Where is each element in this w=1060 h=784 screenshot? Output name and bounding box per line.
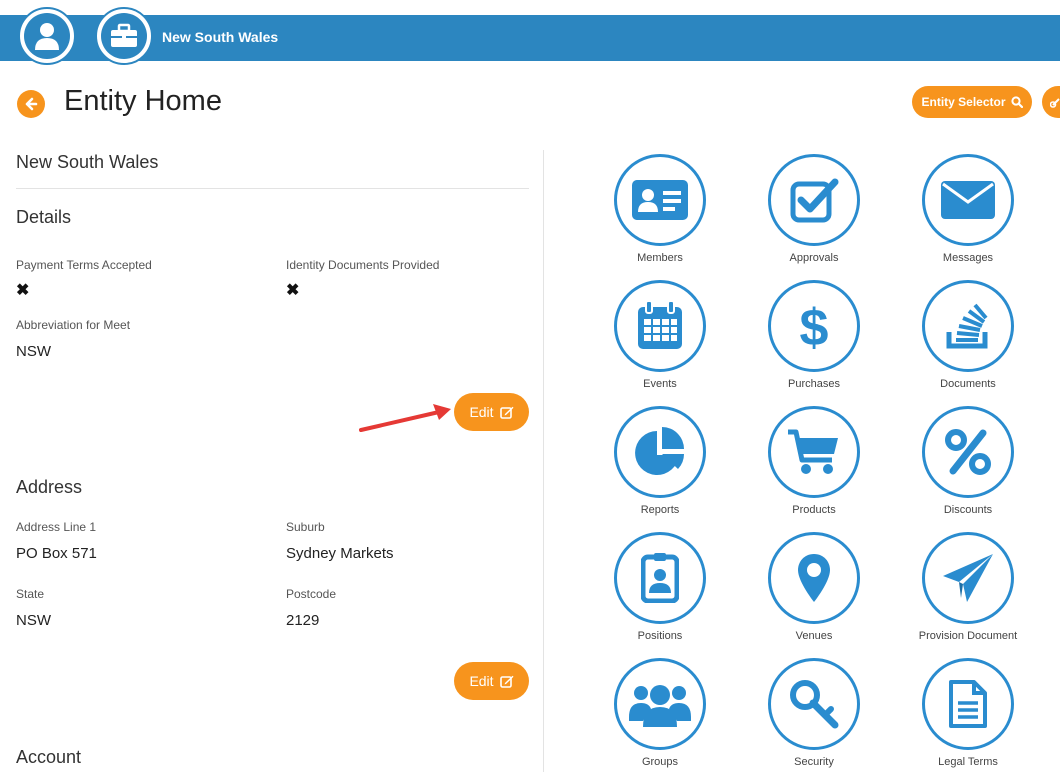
tile-discounts[interactable]: Discounts: [898, 406, 1038, 532]
tile-products[interactable]: Products: [744, 406, 884, 532]
tile-events[interactable]: Events: [590, 280, 730, 406]
topbar-title: New South Wales: [162, 29, 279, 45]
tile-groups[interactable]: Groups: [590, 658, 730, 784]
edit-icon: [499, 675, 514, 688]
tile-label: Events: [643, 378, 677, 390]
briefcase-icon: [111, 23, 137, 47]
identity-docs-value: ✖: [286, 282, 300, 299]
tile-provision-document[interactable]: Provision Document: [898, 532, 1038, 658]
details-heading: Details: [16, 207, 72, 227]
entity-name: New South Wales: [16, 152, 159, 172]
envelope-icon: [941, 181, 995, 219]
percent-icon: [945, 429, 991, 475]
link-button[interactable]: [1042, 86, 1060, 118]
tile-positions[interactable]: Positions: [590, 532, 730, 658]
address-heading: Address: [16, 477, 83, 497]
tile-label: Reports: [640, 504, 680, 516]
svg-text:$: $: [800, 299, 829, 353]
top-bar: New South Wales: [0, 15, 1060, 61]
checkbox-icon: [790, 178, 839, 223]
tile-approvals[interactable]: Approvals: [744, 154, 884, 280]
account-heading: Account: [16, 747, 82, 767]
postcode-value: 2129: [286, 612, 320, 629]
address-line1-label: Address Line 1: [16, 520, 97, 534]
id-card-icon: [632, 180, 688, 220]
identity-docs-label: Identity Documents Provided: [286, 258, 440, 272]
key-icon: [790, 680, 839, 729]
map-marker-icon: [798, 554, 830, 602]
tile-label: Venues: [795, 630, 833, 642]
tile-label: Discounts: [943, 504, 993, 516]
page-title: Entity Home: [64, 85, 222, 117]
arrow-left-icon: [25, 97, 38, 111]
search-icon: [1010, 96, 1023, 108]
edit-icon: [499, 406, 514, 419]
entity-briefcase-button[interactable]: [95, 7, 153, 65]
users-icon: [629, 685, 691, 727]
tile-label: Provision Document: [918, 630, 1018, 642]
tile-label: Groups: [641, 756, 679, 768]
tile-label: Documents: [940, 378, 996, 390]
tile-label: Products: [792, 504, 836, 516]
suburb-label: Suburb: [286, 520, 325, 534]
pie-chart-icon: [635, 427, 684, 475]
entity-selector-label: Entity Selector: [921, 95, 1006, 109]
postcode-label: Postcode: [286, 587, 337, 601]
stack-icon: [946, 303, 988, 349]
tile-label: Security: [794, 756, 834, 768]
tile-label: Messages: [942, 252, 994, 264]
divider: [16, 188, 529, 189]
tile-label: Positions: [637, 630, 683, 642]
tile-legal-terms[interactable]: Legal Terms: [898, 658, 1038, 784]
tile-reports[interactable]: Reports: [590, 406, 730, 532]
dollar-icon: $: [800, 299, 829, 353]
tile-venues[interactable]: Venues: [744, 532, 884, 658]
abbreviation-label: Abbreviation for Meet: [16, 318, 131, 332]
details-edit-label: Edit: [469, 404, 494, 420]
tile-label: Purchases: [788, 378, 840, 390]
suburb-value: Sydney Markets: [286, 545, 394, 562]
tile-purchases[interactable]: $ Purchases: [744, 280, 884, 406]
badge-icon: [641, 553, 679, 603]
tile-label: Approvals: [789, 252, 839, 264]
state-value: NSW: [16, 612, 51, 629]
cart-icon: [788, 429, 838, 474]
tile-messages[interactable]: Messages: [898, 154, 1038, 280]
user-profile-button[interactable]: [18, 7, 76, 65]
address-line1-value: PO Box 571: [16, 545, 97, 562]
details-edit-button[interactable]: Edit: [454, 393, 529, 431]
link-icon: [1050, 98, 1060, 108]
abbreviation-value: NSW: [16, 343, 51, 360]
paper-plane-icon: [943, 554, 993, 602]
panel-divider: [543, 150, 544, 772]
calendar-icon: [638, 301, 682, 349]
annotation-arrow: [359, 404, 451, 432]
address-edit-label: Edit: [469, 673, 494, 689]
payment-terms-value: ✖: [16, 282, 30, 299]
back-button[interactable]: [17, 90, 45, 118]
tile-label: Members: [637, 252, 683, 264]
user-icon: [35, 23, 59, 50]
tile-security[interactable]: Security: [744, 658, 884, 784]
tile-label: Legal Terms: [938, 756, 998, 768]
tile-documents[interactable]: Documents: [898, 280, 1038, 406]
tile-members[interactable]: Members: [590, 154, 730, 280]
address-edit-button[interactable]: Edit: [454, 662, 529, 700]
page-header: Entity Home Entity Selector: [0, 84, 1060, 124]
entity-selector-button[interactable]: Entity Selector: [912, 86, 1032, 118]
state-label: State: [16, 587, 45, 601]
file-text-icon: [949, 680, 987, 728]
payment-terms-label: Payment Terms Accepted: [16, 258, 152, 272]
